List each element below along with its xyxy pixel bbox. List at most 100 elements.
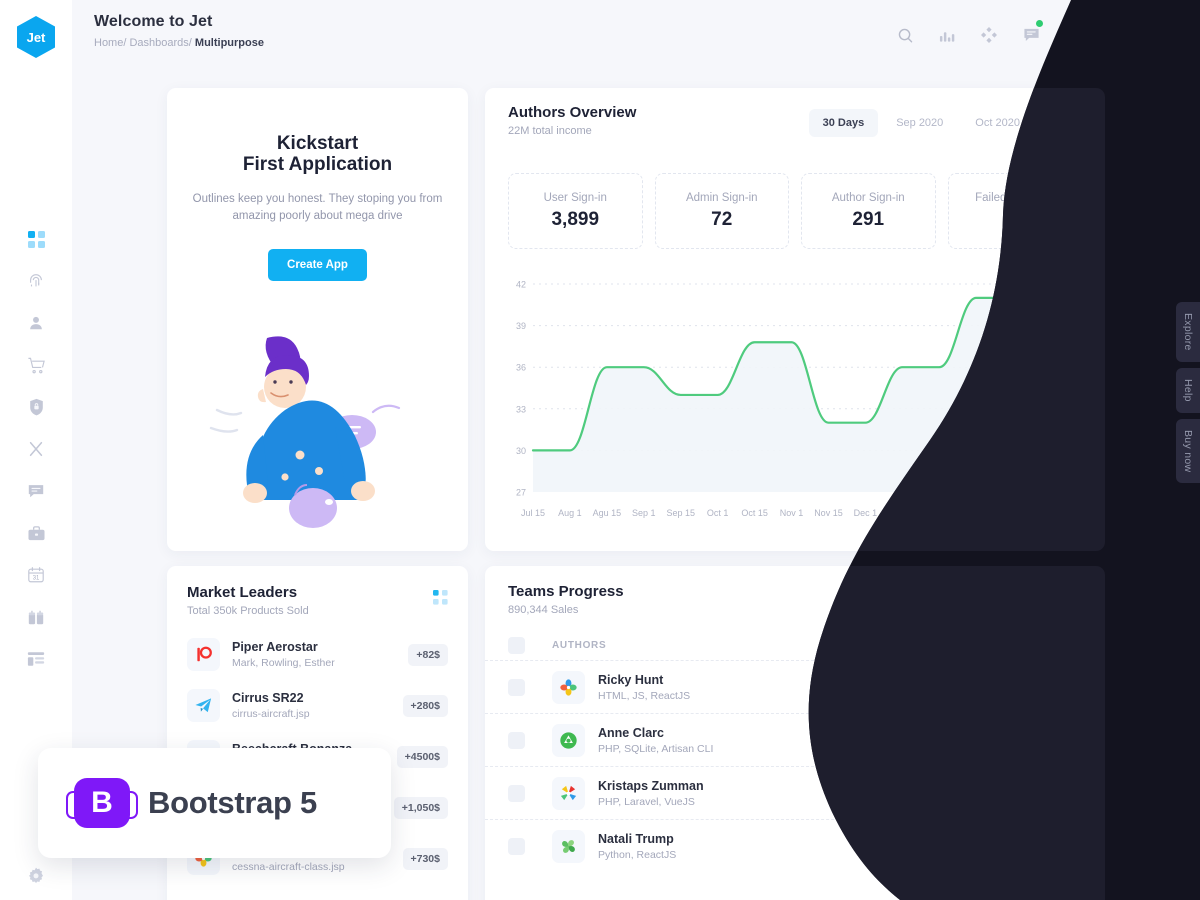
avatar[interactable] — [1146, 18, 1180, 52]
stat-admin-signin: Admin Sign-in 72 — [654, 173, 789, 249]
analytics-button[interactable] — [936, 24, 958, 46]
sidebar-item-gifts[interactable] — [16, 606, 56, 628]
row-checkbox[interactable] — [508, 784, 525, 802]
view-button[interactable]: View — [1032, 833, 1082, 859]
svg-text:Feb 1: Feb 1 — [1002, 508, 1025, 518]
telegram-icon — [187, 689, 220, 722]
sidebar-item-chat[interactable] — [16, 480, 56, 502]
scissors-icon — [29, 441, 43, 457]
tab-oct-2020[interactable]: Oct 2020 — [961, 109, 1034, 137]
authors-stats: User Sign-in 3,899 Admin Sign-in 72 Auth… — [508, 173, 1082, 249]
stat-failed-attempts: Failed Attempts 6 — [947, 173, 1082, 249]
side-tab-explore[interactable]: Explore — [1176, 302, 1200, 362]
stat-label: Author Sign-in — [831, 191, 905, 204]
view-button[interactable]: View — [1032, 674, 1082, 700]
author-skills: PHP, Laravel, VueJS — [598, 795, 695, 808]
shuffle-icon — [981, 27, 997, 43]
svg-text:Dec 15: Dec 15 — [888, 508, 917, 518]
sidebar-item-user[interactable] — [16, 312, 56, 334]
row-checkbox[interactable] — [508, 678, 525, 696]
fingerprint-icon — [30, 274, 42, 287]
bootstrap-badge: B Bootstrap 5 — [38, 748, 391, 858]
search-placeholder: Search — [1013, 599, 1048, 612]
chat-icon — [28, 485, 44, 498]
svg-text:30: 30 — [516, 446, 526, 456]
progress-percent: 71% — [865, 834, 887, 847]
side-tab-help[interactable]: Help — [1176, 367, 1200, 413]
svg-text:42: 42 — [516, 280, 526, 290]
stat-value: 6 — [1009, 208, 1021, 230]
user-icon — [30, 316, 42, 330]
svg-text:Agu 15: Agu 15 — [593, 508, 622, 518]
search-button[interactable] — [894, 24, 916, 46]
breadcrumb-dashboards[interactable]: Dashboards/ — [129, 37, 191, 49]
select-all-checkbox[interactable] — [508, 636, 525, 654]
apps-button[interactable] — [1062, 24, 1084, 46]
author-skills: HTML, JS, ReactJS — [598, 689, 691, 702]
sidebar-settings[interactable] — [0, 866, 72, 886]
user-filter-select[interactable]: All Users — [858, 591, 973, 620]
stat-user-signin: User Sign-in 3,899 — [508, 173, 643, 249]
search-icon — [898, 28, 912, 42]
app-logo[interactable]: Jet — [17, 16, 55, 58]
item-amount: +280$ — [402, 694, 448, 717]
layout-icon — [27, 652, 45, 666]
sidebar-item-security[interactable] — [16, 396, 56, 418]
table-row[interactable]: Anne Clarc PHP, SQLite, Artisan CLI 85% … — [485, 713, 1105, 766]
svg-text:Jan 15: Jan 15 — [963, 508, 990, 518]
item-desc: Mark, Rowling, Esther — [232, 657, 335, 669]
row-checkbox[interactable] — [508, 837, 525, 855]
briefcase-icon — [27, 525, 45, 540]
kickstart-illustration — [209, 336, 401, 528]
breadcrumb-home[interactable]: Home/ — [94, 37, 126, 49]
table-row[interactable]: Natali Trump Python, ReactJS 71% View — [485, 819, 1105, 872]
sidebar-item-tools[interactable] — [16, 438, 56, 460]
search-input[interactable]: Search — [985, 591, 1085, 620]
side-tabs: Explore Help Buy now — [1164, 302, 1200, 483]
shield-lock-icon — [29, 398, 43, 416]
item-amount: +4500$ — [396, 745, 448, 768]
chart-bars-icon — [939, 31, 954, 42]
item-amount: +82$ — [408, 643, 448, 666]
sidebar-item-briefcase[interactable] — [16, 522, 56, 544]
notifications-button[interactable] — [1020, 20, 1043, 46]
author-name: Ricky Hunt — [598, 672, 664, 687]
sidebar-item-layout[interactable] — [16, 648, 56, 670]
view-button[interactable]: View — [1032, 780, 1082, 806]
row-checkbox[interactable] — [508, 731, 525, 749]
sidebar-item-calendar[interactable]: 31 — [16, 564, 56, 586]
grid-icon — [27, 230, 45, 248]
author-name: Kristaps Zumman — [598, 778, 704, 793]
progress-bar — [865, 853, 1014, 858]
svg-text:Mar 1: Mar 1 — [1075, 508, 1091, 518]
list-item[interactable]: Piper Aerostar Mark, Rowling, Esther +82… — [167, 629, 468, 680]
stat-label: User Sign-in — [543, 191, 607, 204]
svg-text:27: 27 — [516, 488, 526, 498]
patreon-icon — [187, 638, 220, 671]
kickstart-title: Kickstart First Application — [242, 133, 393, 175]
shuffle-button[interactable] — [978, 24, 1000, 46]
table-row[interactable]: Ricky Hunt HTML, JS, ReactJS 65% View — [485, 660, 1105, 713]
svg-text:Jan 1: Jan 1 — [928, 508, 950, 518]
grid-dots-icon[interactable] — [433, 590, 448, 605]
view-button[interactable]: View — [1032, 727, 1082, 753]
flower-icon — [552, 670, 585, 704]
tab-sep-2020[interactable]: Sep 2020 — [882, 109, 957, 137]
sidebar-item-dashboard[interactable] — [16, 228, 56, 250]
chart-svg: 27 30 33 36 39 42 Jul 15 Aug 1 Agu 15 Sep 1 Sep 15… — [516, 280, 1099, 519]
header-actions — [894, 0, 1190, 70]
sidebar-item-cart[interactable] — [16, 354, 56, 376]
svg-text:Jul 15: Jul 15 — [521, 508, 545, 518]
tab-30-days[interactable]: 30 Days — [808, 109, 879, 137]
create-app-button[interactable]: Create App — [268, 249, 367, 281]
side-tab-buy-now[interactable]: Buy now — [1176, 418, 1200, 483]
svg-text:Oct 15: Oct 15 — [741, 508, 768, 518]
tab-more[interactable]: More — [1038, 109, 1091, 137]
svg-text:Nov 1: Nov 1 — [780, 508, 804, 518]
table-row[interactable]: Kristaps Zumman PHP, Laravel, VueJS 47% … — [485, 766, 1105, 819]
dark-mode-toggle[interactable] — [1104, 24, 1126, 46]
svg-text:39: 39 — [516, 321, 526, 331]
list-item[interactable]: Cirrus SR22 cirrus-aircraft.jsp +280$ — [167, 680, 468, 731]
cart-icon — [27, 357, 45, 373]
sidebar-item-fingerprint[interactable] — [16, 270, 56, 292]
